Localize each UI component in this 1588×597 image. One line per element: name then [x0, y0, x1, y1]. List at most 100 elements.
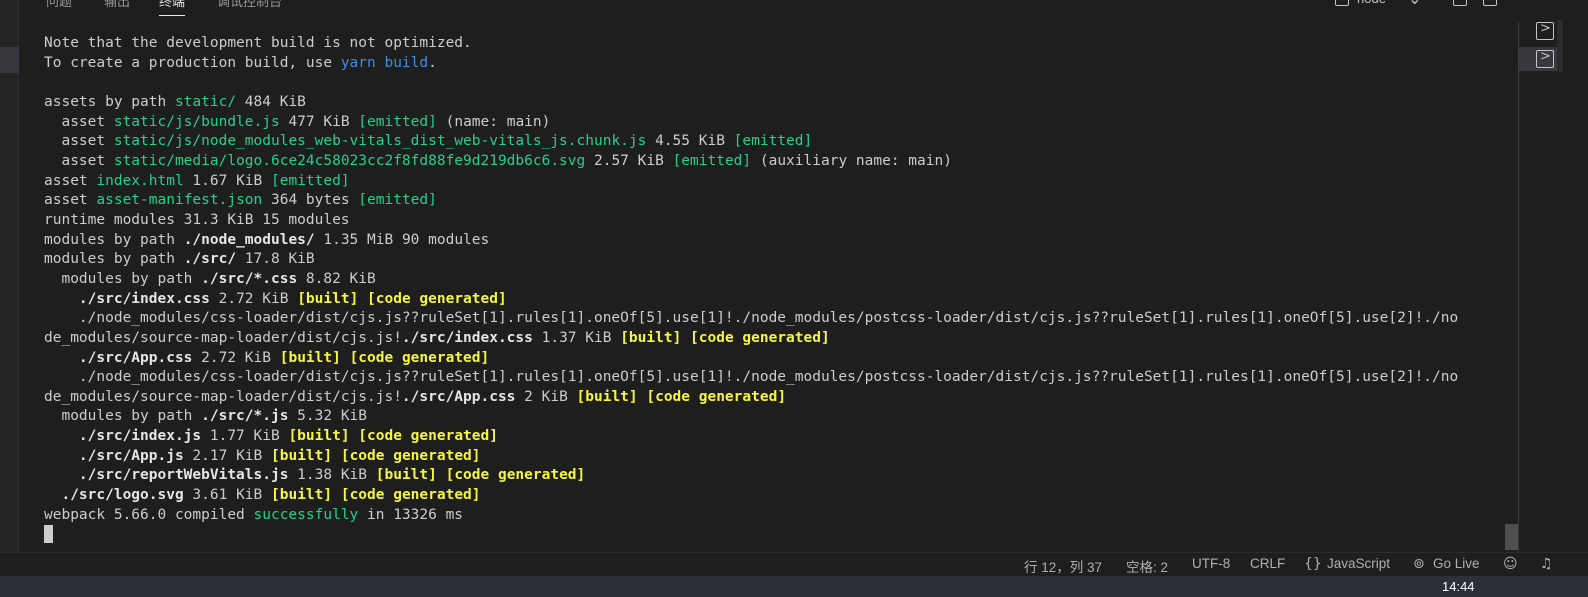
terminal-line: modules by path ./src/*.css 8.82 KiB: [44, 270, 1494, 290]
terminal-text: 5.32 KiB: [288, 408, 368, 425]
terminal-text: assets by path: [44, 93, 175, 110]
terminal-text: ./src/: [183, 251, 237, 268]
terminal-line: ./src/index.css 2.72 KiB [built] [code g…: [44, 290, 1494, 310]
terminal-output[interactable]: Note that the development build is not o…: [44, 34, 1494, 550]
terminal-text: [built] [code generated]: [288, 428, 498, 445]
terminal-text: (auxiliary name: main): [751, 152, 952, 169]
terminal-text: ./node_modules/: [183, 231, 315, 248]
terminal-line: de_modules/source-map-loader/dist/cjs.js…: [44, 329, 1494, 349]
terminal-text: [built] [code generated]: [297, 290, 507, 307]
terminal-line: asset static/media/logo.6ce24c58023cc2f8…: [44, 152, 1494, 172]
terminal-text: asset: [44, 133, 114, 150]
terminal-text: asset: [44, 152, 114, 169]
terminal-text: To create a production build, use: [44, 54, 341, 71]
terminal-text: 1.35 MiB 90 modules: [314, 231, 490, 248]
terminal-text: static/media/logo.6ce24c58023cc2f8fd88fe…: [113, 152, 586, 169]
terminal-cursor: [44, 525, 53, 544]
terminal-text: ./src/App.js: [78, 447, 184, 464]
broadcast-icon: ⊚: [1413, 556, 1425, 572]
terminal-text: static/js/bundle.js: [113, 113, 280, 130]
terminal-text: [emitted]: [358, 192, 437, 209]
terminal-text: static/js/node_modules_web-vitals_dist_w…: [113, 133, 647, 150]
terminal-line: ./src/App.css 2.72 KiB [built] [code gen…: [44, 349, 1494, 369]
terminal-line: modules by path ./src/ 17.8 KiB: [44, 250, 1494, 270]
terminal-line: ./node_modules/css-loader/dist/cjs.js??r…: [44, 368, 1494, 388]
terminal-text: modules by path: [44, 231, 184, 248]
chevron-down-icon[interactable]: ⌄: [1408, 0, 1421, 9]
terminal-line: ./src/reportWebVitals.js 1.38 KiB [built…: [44, 466, 1494, 486]
terminal-line: ./src/index.js 1.77 KiB [built] [code ge…: [44, 427, 1494, 447]
cursor-position[interactable]: 行 12，列 37: [1024, 556, 1102, 576]
terminal-instance-2[interactable]: >: [1536, 49, 1554, 68]
terminal-instance-1[interactable]: >: [1536, 21, 1554, 40]
terminal-text: [built] [code generated]: [271, 487, 481, 504]
go-live-button[interactable]: Go Live: [1433, 556, 1480, 571]
terminal-text: 2.72 KiB: [192, 349, 280, 366]
terminal-text: Note that the development build is not o…: [44, 35, 472, 51]
terminal-line: asset static/js/node_modules_web-vitals_…: [44, 132, 1494, 152]
tab-debug-console[interactable]: 调试控制台: [217, 0, 282, 10]
terminal-text: [emitted]: [271, 172, 350, 189]
terminal-text: webpack 5.66.0 compiled: [44, 506, 254, 523]
terminal-scrollbar[interactable]: [1504, 22, 1518, 552]
terminal-text: modules by path: [44, 408, 202, 425]
terminal-line: de_modules/source-map-loader/dist/cjs.js…: [44, 388, 1494, 408]
terminal-line: asset index.html 1.67 KiB [emitted]: [44, 172, 1494, 192]
terminal-text: modules by path: [44, 251, 184, 268]
terminal-line: To create a production build, use yarn b…: [44, 54, 1494, 74]
terminal-text: 484 KiB: [236, 93, 306, 110]
terminal-icon[interactable]: [1335, 0, 1349, 6]
terminal-text: 4.55 KiB: [646, 133, 734, 150]
terminal-line: runtime modules 31.3 KiB 15 modules: [44, 211, 1494, 231]
terminal-text: asset: [44, 113, 114, 130]
terminal-text: asset: [44, 172, 97, 189]
terminal-text: 8.82 KiB: [297, 270, 376, 287]
terminal-text: ./src/index.css: [401, 329, 533, 346]
encoding[interactable]: UTF-8: [1192, 556, 1230, 571]
split-icon[interactable]: [1453, 0, 1467, 6]
terminal-type-label[interactable]: node: [1357, 0, 1386, 6]
terminal-text: de_modules/source-map-loader/dist/cjs.js…: [44, 388, 402, 405]
feedback-icon[interactable]: ☺: [1503, 556, 1518, 572]
clock: 14:44: [1442, 579, 1475, 594]
terminal-text: [built] [code generated]: [271, 447, 481, 464]
terminal-text: 364 bytes: [262, 192, 359, 209]
terminal-text: 17.8 KiB: [236, 251, 315, 268]
terminal-line: assets by path static/ 484 KiB: [44, 93, 1494, 113]
terminal-icon: >: [1540, 21, 1551, 36]
terminal-text: yarn build: [340, 54, 429, 71]
terminal-text: [emitted]: [672, 152, 752, 169]
terminal-text: 2.72 KiB: [209, 290, 298, 307]
terminal-text: ./node_modules/css-loader/dist/cjs.js??r…: [44, 369, 1459, 386]
terminal-text: 1.67 KiB: [183, 172, 272, 189]
bell-icon[interactable]: ♫: [1540, 556, 1553, 572]
tab-problems[interactable]: 问题: [46, 0, 72, 10]
list-edge: [1557, 20, 1563, 46]
terminal-line: ./src/logo.svg 3.61 KiB [built] [code ge…: [44, 486, 1494, 506]
indentation[interactable]: 空格: 2: [1126, 556, 1168, 576]
terminal-text: ./src/*.js: [201, 408, 289, 425]
terminal-text: [emitted]: [733, 133, 813, 150]
tab-output[interactable]: 输出: [104, 0, 130, 10]
terminal-text: ./src/reportWebVitals.js: [78, 467, 289, 484]
terminal-text: ./src/index.js: [78, 428, 202, 445]
line-endings[interactable]: CRLF: [1250, 556, 1285, 571]
terminal-text: [emitted]: [358, 113, 437, 130]
tab-terminal[interactable]: 终端: [159, 0, 186, 16]
trash-icon[interactable]: [1483, 0, 1497, 6]
terminal-text: 2 KiB: [515, 388, 577, 405]
terminal-scroll-thumb[interactable]: [1505, 524, 1518, 550]
terminal-text: (name: main): [436, 113, 551, 130]
terminal-prompt-line: [44, 525, 1494, 545]
language-mode[interactable]: JavaScript: [1327, 556, 1390, 571]
terminal-line: ./src/App.js 2.17 KiB [built] [code gene…: [44, 447, 1494, 467]
terminal-text: runtime modules 31.3 KiB 15 modules: [44, 211, 350, 228]
terminal-text: [built] [code generated]: [279, 349, 490, 366]
terminal-text: 1.38 KiB: [288, 467, 376, 484]
